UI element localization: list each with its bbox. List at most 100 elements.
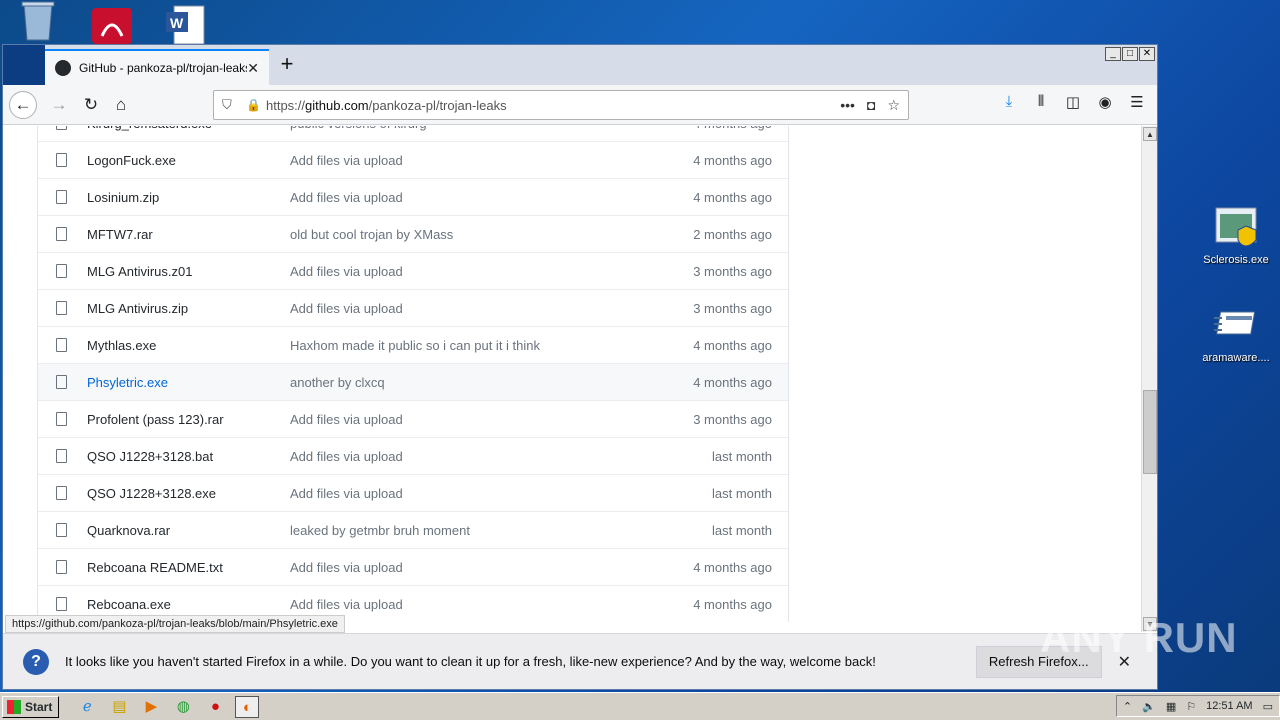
- tray-expand-icon[interactable]: ⌃: [1123, 700, 1132, 713]
- commit-message-link[interactable]: leaked by getmbr bruh moment: [290, 523, 628, 538]
- file-name-link[interactable]: MFTW7.rar: [87, 227, 290, 242]
- file-row[interactable]: QSO J1228+3128.bat Add files via upload la…: [38, 437, 788, 474]
- file-row[interactable]: Losinium.zip Add files via upload 4 months…: [38, 178, 788, 215]
- explorer-folder-icon[interactable]: ▤: [107, 696, 131, 718]
- file-name-link[interactable]: Profolent (pass 123).rar: [87, 412, 290, 427]
- file-name-link[interactable]: Phsyletric.exe: [87, 375, 290, 390]
- start-button[interactable]: Start: [2, 695, 60, 718]
- commit-message-link[interactable]: Add files via upload: [290, 412, 628, 427]
- commit-message-link[interactable]: Add files via upload: [290, 597, 628, 612]
- commit-age: 4 months ago: [693, 559, 772, 575]
- firefox-taskbar-icon[interactable]: ◐: [235, 695, 260, 718]
- commit-message-link[interactable]: Add files via upload: [290, 264, 628, 279]
- file-name-link[interactable]: QSO J1228+3128.exe: [87, 486, 290, 501]
- file-row[interactable]: Quarknova.rar leaked by getmbr bruh momen…: [38, 511, 788, 548]
- file-icon: [56, 301, 67, 315]
- reload-button[interactable]: ↻: [77, 91, 105, 119]
- url-text[interactable]: https://github.com/pankoza-pl/trojan-lea…: [266, 98, 840, 113]
- commit-message-link[interactable]: Add files via upload: [290, 153, 628, 168]
- page-actions-icon[interactable]: •••: [840, 97, 855, 114]
- library-icon[interactable]: ⫴: [1031, 93, 1051, 111]
- file-name-link[interactable]: Kirurg_remsaterd.exe: [87, 126, 290, 131]
- menu-icon[interactable]: ☰: [1127, 93, 1147, 111]
- quick-launch: ℯ ▤ ▶ ◍ ● ◐: [75, 695, 260, 718]
- commit-message-link[interactable]: another by clxcq: [290, 375, 628, 390]
- recycle-bin-icon[interactable]: [18, 0, 58, 44]
- minimize-button[interactable]: _: [1105, 47, 1121, 61]
- commit-message-link[interactable]: public versions of kirurg: [290, 126, 628, 131]
- commit-age: 4 months ago: [693, 596, 772, 612]
- commit-age: 4 months ago: [628, 126, 788, 131]
- file-name-link[interactable]: MLG Antivirus.zip: [87, 301, 290, 316]
- network-icon[interactable]: ▦: [1166, 700, 1176, 713]
- file-row[interactable]: LogonFuck.exe Add files via upload 4 month…: [38, 141, 788, 178]
- file-row[interactable]: Kirurg_remsaterd.exepublic versions of k…: [38, 126, 788, 141]
- media-player-icon[interactable]: ▶: [139, 696, 163, 718]
- file-row[interactable]: Mythlas.exe Haxhom made it public so i ca…: [38, 326, 788, 363]
- desktop-file-aramaware[interactable]: aramaware....: [1198, 304, 1274, 364]
- firefox-window: GitHub - pankoza-pl/trojan-leaks ✕ + _ □…: [2, 44, 1158, 690]
- tracking-shield-icon[interactable]: ⛉: [222, 97, 238, 113]
- file-name-link[interactable]: Mythlas.exe: [87, 338, 290, 353]
- windows-logo-icon: [7, 699, 21, 714]
- notification-message: It looks like you haven't started Firefo…: [65, 654, 876, 669]
- scroll-up-arrow-icon[interactable]: ▲: [1143, 127, 1157, 141]
- commit-message-link[interactable]: Add files via upload: [290, 301, 628, 316]
- clock[interactable]: 12:51 AM: [1206, 700, 1252, 712]
- lock-icon[interactable]: 🔒: [246, 98, 261, 112]
- file-name-link[interactable]: QSO J1228+3128.bat: [87, 449, 290, 464]
- sidebar-icon[interactable]: ◫: [1063, 93, 1083, 111]
- vertical-scrollbar[interactable]: ▲ ▼: [1141, 126, 1157, 632]
- commit-message-link[interactable]: Add files via upload: [290, 190, 628, 205]
- scrollbar-thumb[interactable]: [1143, 390, 1157, 474]
- home-button[interactable]: ⌂: [107, 91, 135, 119]
- file-name-link[interactable]: Rebcoana README.txt: [87, 560, 290, 575]
- file-row[interactable]: QSO J1228+3128.exe Add files via upload la…: [38, 474, 788, 511]
- downloads-icon[interactable]: ⤓: [999, 93, 1019, 111]
- file-row[interactable]: Profolent (pass 123).rar Add files via up…: [38, 400, 788, 437]
- tab-github[interactable]: GitHub - pankoza-pl/trojan-leaks ✕: [45, 49, 269, 85]
- commit-message-link[interactable]: Add files via upload: [290, 486, 628, 501]
- file-row[interactable]: Phsyletric.exe another by clxcq 4 months a…: [38, 363, 788, 400]
- new-tab-button[interactable]: +: [275, 53, 299, 77]
- commit-message-link[interactable]: Add files via upload: [290, 560, 628, 575]
- account-icon[interactable]: ◉: [1095, 93, 1115, 111]
- file-name-link[interactable]: Losinium.zip: [87, 190, 290, 205]
- file-icon: [56, 153, 67, 167]
- file-name-link[interactable]: LogonFuck.exe: [87, 153, 290, 168]
- chrome-icon[interactable]: ◍: [171, 696, 195, 718]
- action-center-flag-icon[interactable]: ⚐: [1186, 700, 1196, 713]
- commit-message-link[interactable]: Add files via upload: [290, 449, 628, 464]
- anyrun-watermark: ANY RUN: [1040, 614, 1238, 661]
- file-row[interactable]: MLG Antivirus.z01 Add files via upload 3 m…: [38, 252, 788, 289]
- tab-close-icon[interactable]: ✕: [247, 60, 259, 77]
- bookmark-star-icon[interactable]: ☆: [887, 97, 900, 114]
- back-button[interactable]: ←: [9, 91, 37, 119]
- url-bar[interactable]: ⛉ 🔒 https://github.com/pankoza-pl/trojan…: [213, 90, 909, 120]
- close-window-button[interactable]: ✕: [1139, 47, 1155, 61]
- volume-icon[interactable]: 🔈: [1142, 700, 1156, 713]
- commit-age: last month: [712, 485, 772, 501]
- file-row[interactable]: MFTW7.rar old but cool trojan by XMass 2 m…: [38, 215, 788, 252]
- commit-age: 3 months ago: [693, 300, 772, 316]
- file-name-link[interactable]: MLG Antivirus.z01: [87, 264, 290, 279]
- opera-icon[interactable]: ●: [203, 696, 227, 718]
- forward-button[interactable]: →: [45, 91, 73, 119]
- file-icon: [56, 338, 67, 352]
- file-name-link[interactable]: Quarknova.rar: [87, 523, 290, 538]
- file-name-link[interactable]: Rebcoana.exe: [87, 597, 290, 612]
- commit-age: last month: [712, 522, 772, 538]
- maximize-button[interactable]: □: [1122, 47, 1138, 61]
- file-row[interactable]: MLG Antivirus.zip Add files via upload 3 m…: [38, 289, 788, 326]
- pocket-icon[interactable]: ◘: [867, 97, 875, 114]
- word-document-icon[interactable]: W: [164, 0, 205, 45]
- commit-message-link[interactable]: Haxhom made it public so i can put it i …: [290, 338, 628, 353]
- acrobat-icon[interactable]: [90, 0, 132, 44]
- commit-message-link[interactable]: old but cool trojan by XMass: [290, 227, 628, 242]
- internet-explorer-icon[interactable]: ℯ: [75, 696, 99, 718]
- page-content: Kirurg_remsaterd.exepublic versions of k…: [3, 126, 1141, 632]
- show-desktop-icon[interactable]: ▭: [1263, 700, 1273, 713]
- commit-age: 3 months ago: [693, 263, 772, 279]
- file-row[interactable]: Rebcoana README.txt Add files via upload 4…: [38, 548, 788, 585]
- desktop-file-sclerosis[interactable]: Sclerosis.exe: [1198, 206, 1274, 266]
